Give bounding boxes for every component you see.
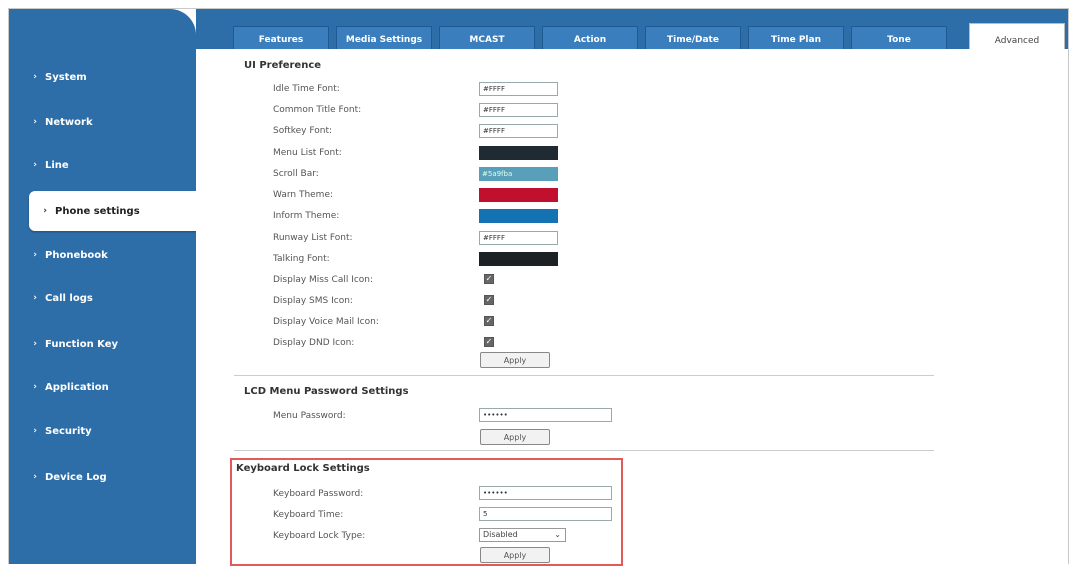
label-warn-theme: Warn Theme: [273, 190, 334, 200]
sidebar-item-label: Security [45, 425, 92, 437]
label-common-title-font: Common Title Font: [273, 105, 362, 115]
menu-password-input[interactable]: •••••• [479, 408, 612, 422]
sidebar-item-phonebook[interactable]: › Phonebook [9, 238, 196, 272]
sidebar-item-label: Device Log [45, 471, 107, 483]
label-scroll-bar: Scroll Bar: [273, 169, 319, 179]
chevron-right-icon: › [33, 72, 37, 82]
label-runway-list-font: Runway List Font: [273, 233, 353, 243]
display-dnd-icon-checkbox[interactable]: ✓ [484, 337, 494, 347]
sidebar-item-security[interactable]: › Security [9, 414, 196, 448]
softkey-font-input[interactable]: #FFFF [479, 124, 558, 138]
section-title-ui-preference: UI Preference [244, 60, 322, 71]
idle-time-font-input[interactable]: #FFFF [479, 82, 558, 96]
chevron-right-icon: › [33, 472, 37, 482]
chevron-right-icon: › [43, 206, 47, 216]
chevron-right-icon: › [33, 382, 37, 392]
display-miss-call-icon-checkbox[interactable]: ✓ [484, 274, 494, 284]
sidebar-item-function-key[interactable]: › Function Key [9, 327, 196, 361]
display-voice-mail-icon-checkbox[interactable]: ✓ [484, 316, 494, 326]
label-keyboard-time: Keyboard Time: [273, 510, 344, 520]
section-title-keyboard-lock: Keyboard Lock Settings [236, 463, 370, 474]
scroll-bar-color-input[interactable]: #5a9fba [479, 167, 558, 181]
chevron-right-icon: › [33, 117, 37, 127]
chevron-right-icon: › [33, 339, 37, 349]
label-menu-list-font: Menu List Font: [273, 148, 342, 158]
sidebar-item-label: Line [45, 159, 69, 171]
ui-preference-apply-button[interactable]: Apply [480, 352, 550, 368]
label-keyboard-lock-type: Keyboard Lock Type: [273, 531, 366, 541]
sidebar-item-label: Phonebook [45, 249, 108, 261]
label-display-miss-call-icon: Display Miss Call Icon: [273, 275, 374, 285]
keyboard-lock-type-select[interactable]: Disabled ⌄ [479, 528, 566, 542]
keyboard-lock-type-value: Disabled [483, 530, 518, 539]
divider [234, 375, 934, 376]
sidebar-item-label: Application [45, 381, 109, 393]
keyboard-time-input[interactable]: 5 [479, 507, 612, 521]
sidebar-item-device-log[interactable]: › Device Log [9, 460, 196, 494]
chevron-down-icon: ⌄ [554, 530, 561, 539]
chevron-right-icon: › [33, 293, 37, 303]
chevron-right-icon: › [33, 250, 37, 260]
sidebar: › System › Network › Line › Phone settings ›… [9, 9, 205, 564]
divider [234, 450, 934, 451]
sidebar-item-label: Function Key [45, 338, 119, 350]
label-keyboard-password: Keyboard Password: [273, 489, 364, 499]
sidebar-item-label: System [45, 71, 87, 83]
main-content: UI Preference Idle Time Font: #FFFF Comm… [196, 49, 1068, 566]
label-display-sms-icon: Display SMS Icon: [273, 296, 353, 306]
inform-theme-color-input[interactable] [479, 209, 558, 223]
talking-font-color-input[interactable] [479, 252, 558, 266]
sidebar-item-label: Network [45, 116, 93, 128]
sidebar-item-label: Call logs [45, 292, 93, 304]
label-idle-time-font: Idle Time Font: [273, 84, 340, 94]
keyboard-apply-button[interactable]: Apply [480, 547, 550, 563]
keyboard-password-input[interactable]: •••••• [479, 486, 612, 500]
sidebar-item-application[interactable]: › Application [9, 370, 196, 404]
sidebar-item-label: Phone settings [55, 205, 140, 217]
warn-theme-color-input[interactable] [479, 188, 558, 202]
sidebar-item-system[interactable]: › System [9, 60, 196, 94]
label-softkey-font: Softkey Font: [273, 126, 333, 136]
display-sms-icon-checkbox[interactable]: ✓ [484, 295, 494, 305]
runway-list-font-input[interactable]: #FFFF [479, 231, 558, 245]
menu-list-font-color-input[interactable] [479, 146, 558, 160]
sidebar-item-network[interactable]: › Network [9, 105, 196, 139]
label-menu-password: Menu Password: [273, 411, 346, 421]
sidebar-item-call-logs[interactable]: › Call logs [9, 281, 196, 315]
sidebar-item-line[interactable]: › Line [9, 148, 196, 182]
common-title-font-input[interactable]: #FFFF [479, 103, 558, 117]
label-display-voice-mail-icon: Display Voice Mail Icon: [273, 317, 379, 327]
label-talking-font: Talking Font: [273, 254, 330, 264]
lcd-apply-button[interactable]: Apply [480, 429, 550, 445]
chevron-right-icon: › [33, 426, 37, 436]
sidebar-item-phone-settings[interactable]: › Phone settings [29, 191, 205, 231]
top-tab-bar: Features Media Settings MCAST Action Tim… [196, 9, 1068, 59]
label-display-dnd-icon: Display DND Icon: [273, 338, 355, 348]
section-title-lcd-menu-password: LCD Menu Password Settings [244, 386, 409, 397]
label-inform-theme: Inform Theme: [273, 211, 340, 221]
chevron-right-icon: › [33, 160, 37, 170]
